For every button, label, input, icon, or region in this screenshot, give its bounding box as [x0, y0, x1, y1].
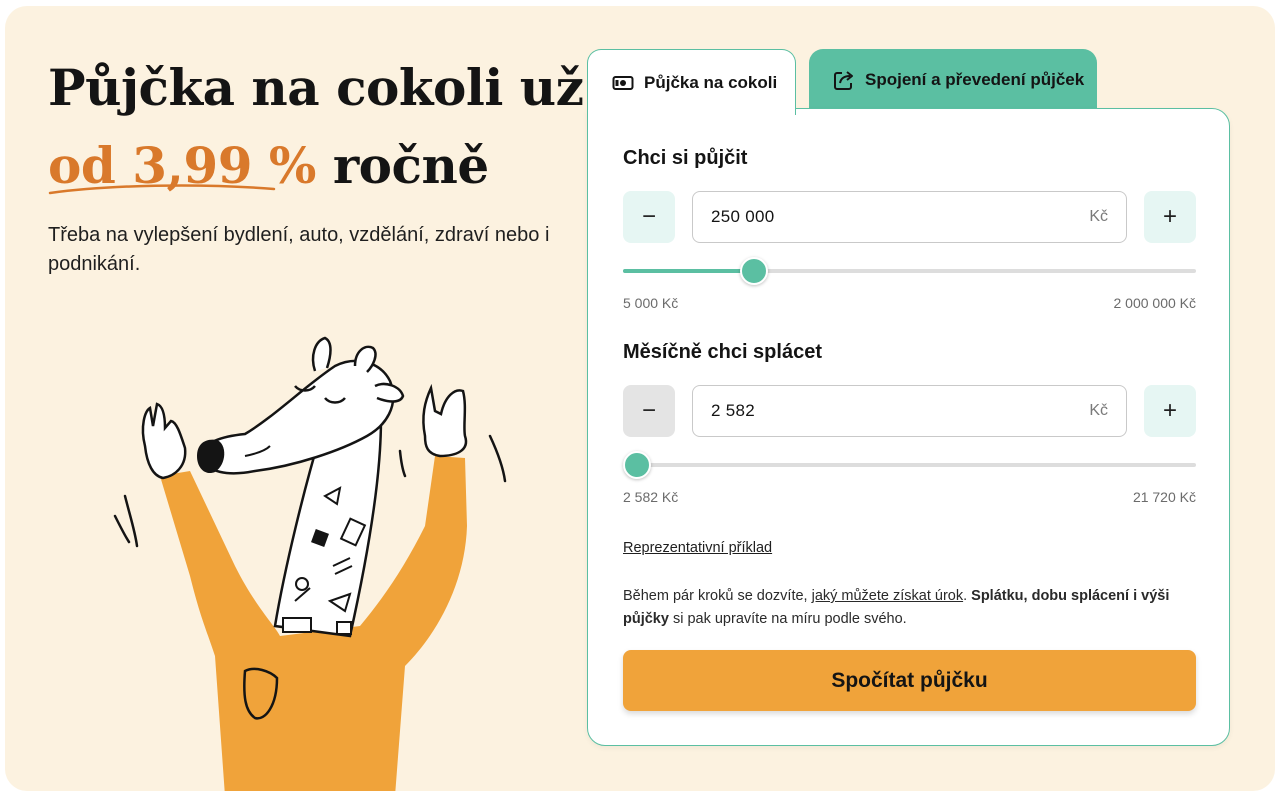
monthly-max-label: 21 720 Kč	[1132, 489, 1196, 505]
monthly-payment-label: Měsíčně chci splácet	[623, 341, 822, 363]
loan-amount-value: 250 000	[711, 207, 775, 226]
monthly-payment-input[interactable]: 2 582 Kč	[692, 385, 1127, 437]
loan-decrease-button[interactable]: −	[623, 191, 675, 243]
slider-track	[623, 463, 1196, 467]
info-text-part3: si pak upravíte na míru podle svého.	[668, 611, 907, 627]
loan-increase-button[interactable]: +	[1144, 191, 1196, 243]
page: Půjčka na cokoli už od 3,99 % ročně Třeb…	[5, 6, 1275, 791]
slider-fill	[623, 269, 754, 273]
loan-calculator-card: Chci si půjčit − 250 000 Kč + 5 000 Kč 2…	[587, 108, 1230, 746]
tab-loan-anything[interactable]: Půjčka na cokoli	[587, 49, 796, 115]
loan-amount-input[interactable]: 250 000 Kč	[692, 191, 1127, 243]
monthly-payment-slider[interactable]	[623, 451, 1196, 479]
hero-title-line1: Půjčka na cokoli už	[48, 58, 584, 117]
representative-example-link[interactable]: Reprezentativní příklad	[623, 540, 772, 556]
money-bill-icon	[612, 75, 634, 90]
interest-rate-link[interactable]: jaký můžete získat úrok	[812, 588, 964, 604]
loan-min-label: 5 000 Kč	[623, 295, 679, 311]
calculate-loan-button[interactable]: Spočítat půjčku	[623, 650, 1196, 711]
loan-max-label: 2 000 000 Kč	[1113, 295, 1196, 311]
loan-amount-slider[interactable]	[623, 257, 1196, 285]
calculator-info-text: Během pár kroků se dozvíte, jaký můžete …	[623, 585, 1198, 631]
monthly-increase-button[interactable]: +	[1144, 385, 1196, 437]
info-text-part2: .	[963, 588, 972, 604]
monthly-payment-value: 2 582	[711, 401, 756, 420]
giraffe-illustration	[113, 336, 507, 791]
hero-subtitle: Třeba na vylepšení bydlení, auto, vzdělá…	[48, 224, 550, 275]
info-text-part1: Během pár kroků se dozvíte,	[623, 588, 812, 604]
tab-loan-consolidation-label: Spojení a převedení půjček	[865, 70, 1085, 89]
tab-loan-consolidation[interactable]: Spojení a převedení půjček	[809, 49, 1097, 111]
monthly-min-label: 2 582 Kč	[623, 489, 679, 505]
rate-underline-decoration	[48, 184, 276, 195]
slider-thumb[interactable]	[739, 257, 768, 285]
share-arrow-icon	[834, 71, 853, 90]
loan-amount-unit: Kč	[1089, 208, 1108, 225]
monthly-payment-unit: Kč	[1089, 402, 1108, 419]
monthly-decrease-button[interactable]: −	[623, 385, 675, 437]
slider-thumb[interactable]	[623, 451, 651, 479]
loan-amount-label: Chci si půjčit	[623, 147, 748, 169]
tab-loan-anything-label: Půjčka na cokoli	[644, 72, 778, 92]
hero-title-suffix: ročně	[332, 136, 489, 195]
